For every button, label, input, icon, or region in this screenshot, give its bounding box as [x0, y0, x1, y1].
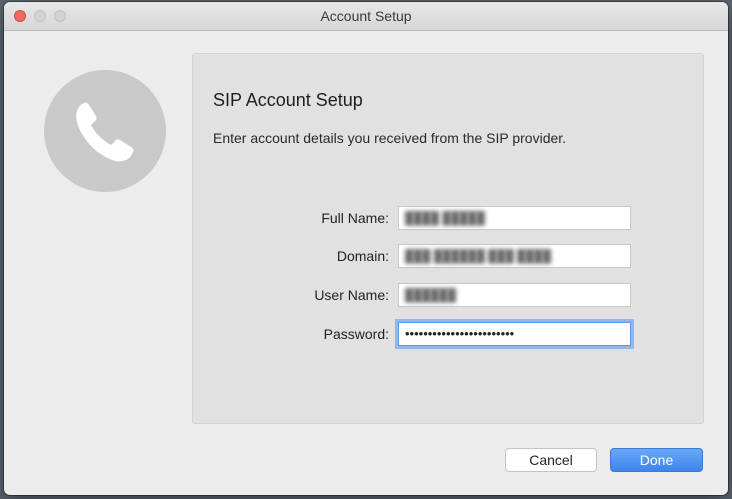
done-button[interactable]: Done: [610, 448, 703, 472]
user-name-label: User Name:: [314, 287, 389, 303]
user-name-field[interactable]: ██████: [398, 283, 631, 307]
account-setup-window: Account Setup SIP Account Setup Enter ac…: [4, 2, 728, 495]
phone-icon: [44, 70, 166, 192]
domain-field[interactable]: ███ ██████ ███ ████: [398, 244, 631, 268]
form-heading: SIP Account Setup: [213, 90, 363, 110]
full-name-row: Full Name: ████ █████: [193, 206, 705, 230]
password-label: Password:: [323, 326, 389, 342]
account-form-panel: SIP Account Setup Enter account details …: [192, 53, 704, 424]
cancel-button[interactable]: Cancel: [505, 448, 597, 472]
full-name-label: Full Name:: [321, 210, 389, 226]
domain-row: Domain: ███ ██████ ███ ████: [193, 244, 705, 268]
title-bar: Account Setup: [4, 2, 728, 31]
user-name-row: User Name: ██████: [193, 283, 705, 307]
form-description: Enter account details you received from …: [213, 130, 567, 146]
password-row: Password: ••••••••••••••••••••••••: [193, 322, 705, 346]
full-name-field[interactable]: ████ █████: [398, 206, 631, 230]
password-field[interactable]: ••••••••••••••••••••••••: [398, 322, 631, 346]
domain-label: Domain:: [336, 248, 389, 264]
window-title: Account Setup: [320, 8, 412, 24]
